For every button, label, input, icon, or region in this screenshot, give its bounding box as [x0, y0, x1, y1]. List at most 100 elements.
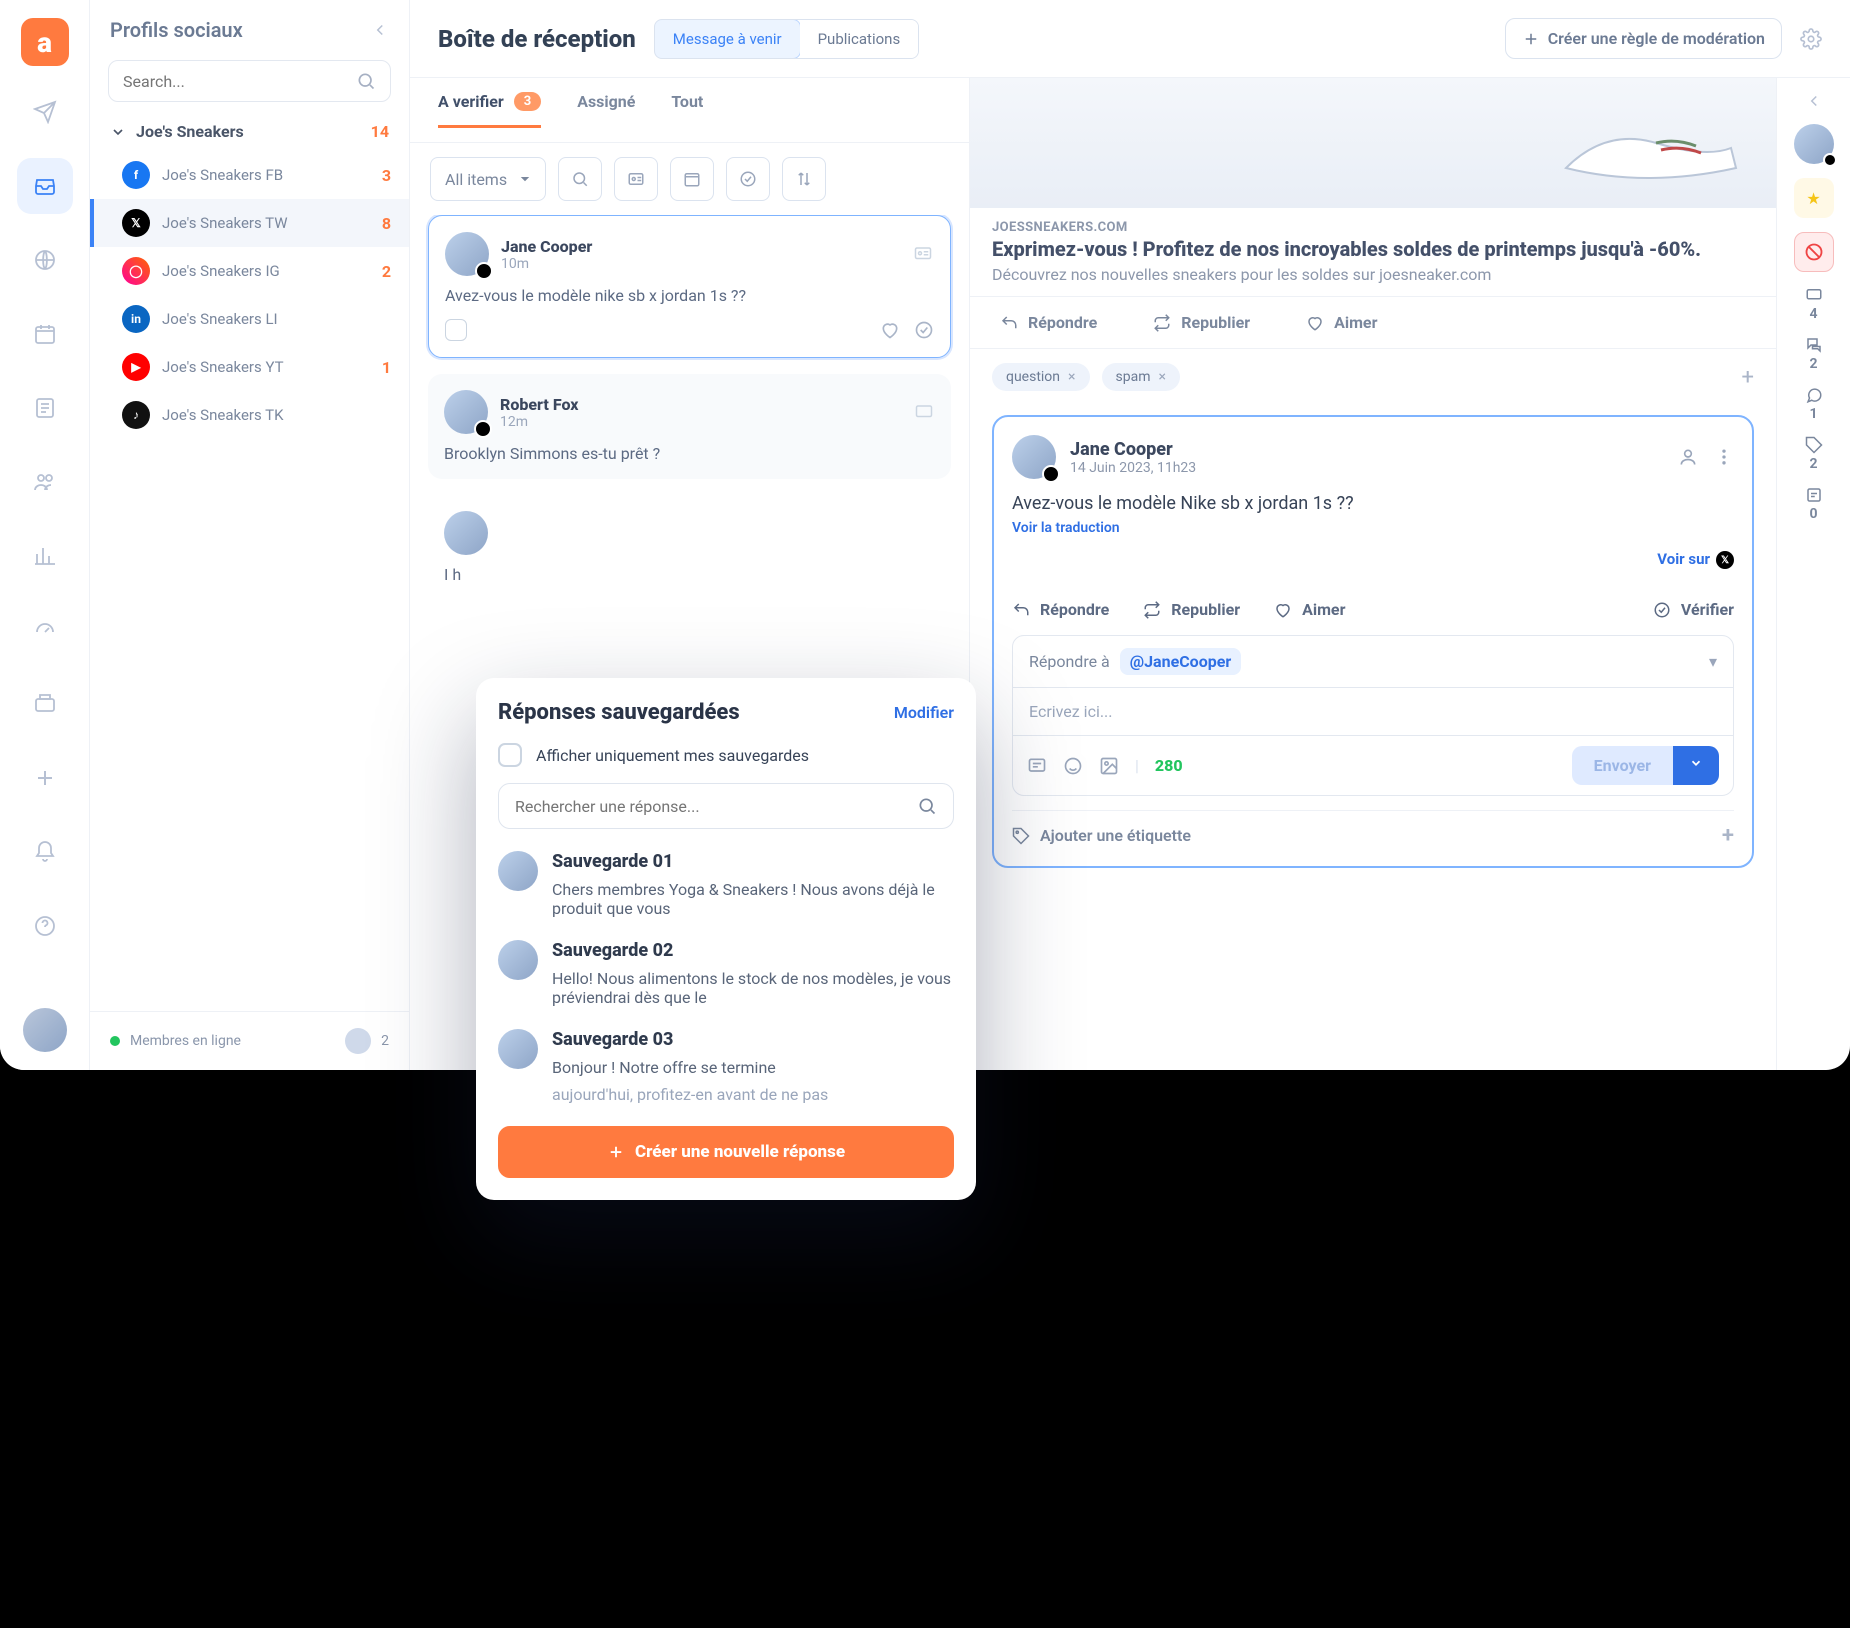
- contact-card-icon[interactable]: [912, 245, 934, 263]
- nav-library-icon[interactable]: [17, 676, 73, 732]
- saved-reply-item[interactable]: Sauvegarde 01Chers membres Yoga & Sneake…: [498, 851, 954, 918]
- facebook-icon: f: [122, 161, 150, 189]
- view-on-network-link[interactable]: Voir sur𝕏: [1012, 550, 1734, 569]
- filter-dropdown[interactable]: All items: [430, 157, 546, 201]
- rc-action-repost[interactable]: Republier: [1143, 600, 1240, 619]
- toolbar-calendar-icon[interactable]: [670, 157, 714, 201]
- saved-replies-search[interactable]: [498, 783, 954, 829]
- nav-globe-icon[interactable]: [17, 232, 73, 288]
- favorite-icon[interactable]: ★: [1794, 178, 1834, 218]
- reply-icon: [1012, 601, 1030, 619]
- avatar: [498, 851, 538, 891]
- profile-item-li[interactable]: inJoe's Sneakers LI: [90, 295, 409, 343]
- profiles-folder[interactable]: Joe's Sneakers 14: [90, 112, 409, 151]
- collapse-right-rail-icon[interactable]: [1805, 92, 1823, 110]
- remove-tag-icon[interactable]: ×: [1068, 369, 1075, 385]
- settings-gear-icon[interactable]: [1800, 28, 1822, 50]
- action-like[interactable]: Aimer: [1306, 313, 1377, 332]
- profiles-footer: Membres en ligne 2: [90, 1011, 409, 1070]
- add-tag-icon[interactable]: +: [1742, 365, 1754, 390]
- nav-bell-icon[interactable]: [17, 824, 73, 880]
- tag-chip[interactable]: spam×: [1102, 363, 1180, 391]
- select-checkbox[interactable]: [445, 319, 467, 341]
- image-icon[interactable]: [1099, 756, 1119, 776]
- nav-gauge-icon[interactable]: [17, 602, 73, 658]
- user-icon[interactable]: [1678, 447, 1698, 467]
- toolbar-search-icon[interactable]: [558, 157, 602, 201]
- action-reply[interactable]: Répondre: [1000, 313, 1097, 332]
- reply-to-label: Répondre à: [1029, 652, 1110, 671]
- only-mine-checkbox[interactable]: [498, 743, 522, 767]
- profile-item-tk[interactable]: ♪Joe's Sneakers TK: [90, 391, 409, 439]
- nav-inbox-icon[interactable]: [17, 158, 73, 214]
- saved-replies-title: Réponses sauvegardées: [498, 700, 740, 725]
- reply-to-handle[interactable]: @JaneCooper: [1120, 648, 1241, 675]
- like-icon[interactable]: [880, 320, 900, 340]
- profiles-search-input[interactable]: [123, 72, 356, 91]
- saved-replies-search-input[interactable]: [515, 797, 917, 816]
- nav-send-icon[interactable]: [17, 84, 73, 140]
- profile-item-ig[interactable]: ◯Joe's Sneakers IG2: [90, 247, 409, 295]
- message-card[interactable]: Robert Fox12m Brooklyn Simmons es-tu prê…: [428, 374, 951, 479]
- view-translation-link[interactable]: Voir la traduction: [1012, 520, 1734, 536]
- block-icon[interactable]: [1794, 232, 1834, 272]
- nav-users-icon[interactable]: [17, 454, 73, 510]
- create-moderation-rule-button[interactable]: Créer une règle de modération: [1505, 18, 1782, 59]
- send-button[interactable]: Envoyer: [1572, 746, 1719, 785]
- message-card[interactable]: Jane Cooper10m Avez-vous le modèle nike …: [428, 215, 951, 358]
- instagram-icon: ◯: [122, 257, 150, 285]
- action-repost[interactable]: Republier: [1153, 313, 1250, 332]
- reply-body-text: Avez-vous le modèle Nike sb x jordan 1s …: [1012, 493, 1734, 514]
- profile-item-tw[interactable]: 𝕏Joe's Sneakers TW8: [90, 199, 409, 247]
- remove-tag-icon[interactable]: ×: [1159, 369, 1166, 385]
- tag-chip[interactable]: question×: [992, 363, 1090, 391]
- messages-icon: [1804, 286, 1824, 304]
- saved-reply-item[interactable]: Sauvegarde 02Hello! Nous alimentons le s…: [498, 940, 954, 1007]
- online-member-avatar[interactable]: [345, 1028, 371, 1054]
- seg-posts[interactable]: Publications: [800, 20, 919, 58]
- profile-item-yt[interactable]: ▶Joe's Sneakers YT1: [90, 343, 409, 391]
- message-card[interactable]: I h: [428, 495, 951, 600]
- collapse-panel-icon[interactable]: [371, 21, 389, 39]
- rc-action-like[interactable]: Aimer: [1274, 600, 1345, 619]
- rc-action-verify[interactable]: Vérifier: [1653, 600, 1734, 619]
- add-tag-label[interactable]: Ajouter une étiquette: [1040, 826, 1191, 845]
- reply-textarea[interactable]: Ecrivez ici...: [1013, 688, 1733, 735]
- plus-icon: [607, 1143, 625, 1161]
- more-menu-icon[interactable]: [1714, 447, 1734, 467]
- tab-all[interactable]: Tout: [671, 92, 703, 128]
- reply-date: 14 Juin 2023, 11h23: [1070, 460, 1196, 476]
- reply-to-chevron-icon[interactable]: ▾: [1709, 652, 1717, 671]
- saved-reply-item[interactable]: Sauvegarde 03Bonjour ! Notre offre se te…: [498, 1029, 954, 1104]
- tab-assigned[interactable]: Assigné: [577, 92, 635, 128]
- nav-plus-icon[interactable]: [17, 750, 73, 806]
- nav-note-icon[interactable]: [17, 380, 73, 436]
- reply-panel: Jane Cooper14 Juin 2023, 11h23 Avez-vous…: [992, 415, 1754, 868]
- toolbar-contact-icon[interactable]: [614, 157, 658, 201]
- current-user-avatar[interactable]: [23, 1008, 67, 1052]
- profiles-panel-title: Profils sociaux: [110, 18, 243, 42]
- detail-column: JOESSNEAKERS.COM Exprimez-vous ! Profite…: [970, 78, 1776, 1070]
- x-network-icon: 𝕏: [1716, 551, 1734, 569]
- profile-item-fb[interactable]: fJoe's Sneakers FB3: [90, 151, 409, 199]
- nav-calendar-icon[interactable]: [17, 306, 73, 362]
- contact-card-icon[interactable]: [913, 403, 935, 421]
- add-tag-plus-icon[interactable]: +: [1722, 823, 1734, 848]
- toolbar-check-icon[interactable]: [726, 157, 770, 201]
- mark-done-icon[interactable]: [914, 320, 934, 340]
- brand-logo: a: [21, 18, 69, 66]
- contact-avatar[interactable]: [1794, 124, 1834, 164]
- send-dropdown-icon[interactable]: [1673, 746, 1719, 785]
- nav-help-icon[interactable]: [17, 898, 73, 954]
- edit-saved-replies-link[interactable]: Modifier: [894, 703, 954, 722]
- seg-upcoming[interactable]: Message à venir: [654, 19, 801, 59]
- emoji-icon[interactable]: [1063, 756, 1083, 776]
- rc-action-reply[interactable]: Répondre: [1012, 600, 1109, 619]
- create-new-reply-button[interactable]: Créer une nouvelle réponse: [498, 1126, 954, 1178]
- repost-icon: [1153, 314, 1171, 332]
- saved-reply-icon[interactable]: [1027, 756, 1047, 776]
- profiles-search[interactable]: [108, 60, 391, 102]
- nav-chart-icon[interactable]: [17, 528, 73, 584]
- toolbar-sort-icon[interactable]: [782, 157, 826, 201]
- tab-verify[interactable]: A verifier3: [438, 92, 541, 128]
